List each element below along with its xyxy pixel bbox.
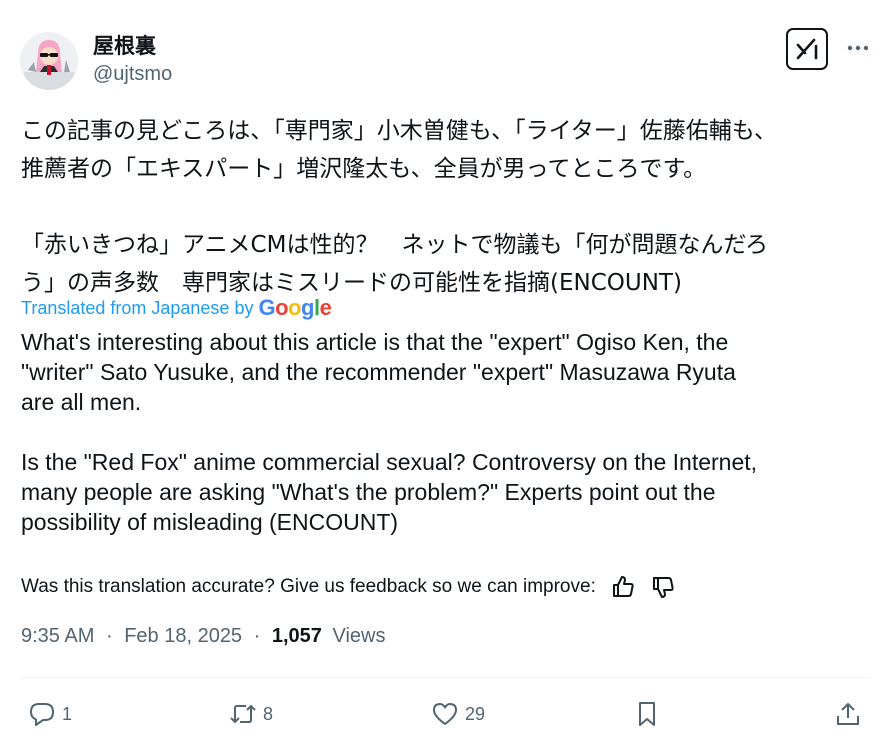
- views-count: 1,057: [271, 625, 322, 647]
- grok-button[interactable]: [786, 28, 828, 70]
- avatar-image: [20, 32, 78, 90]
- tweet-time[interactable]: 9:35 AM: [21, 625, 94, 647]
- reply-icon: [30, 703, 54, 726]
- reply-button[interactable]: 1: [28, 700, 72, 728]
- thumbs-up-button[interactable]: [610, 574, 636, 600]
- like-count: 29: [465, 703, 486, 724]
- repost-count: 8: [263, 703, 274, 724]
- translated-label: Translated from Japanese by: [21, 297, 254, 318]
- grok-icon: [796, 38, 818, 60]
- tweet-text-translated: What's interesting about this article is…: [21, 329, 758, 535]
- repost-icon: [230, 704, 256, 724]
- share-icon: [837, 702, 859, 725]
- views-label: Views: [332, 625, 386, 647]
- translation-feedback: Was this translation accurate? Give us f…: [21, 574, 676, 600]
- bookmark-icon: [639, 702, 655, 726]
- bookmark-button[interactable]: [633, 700, 661, 728]
- reply-count: 1: [62, 703, 73, 724]
- meta-separator: ·: [253, 625, 261, 647]
- divider: [21, 677, 871, 678]
- meta-separator: ·: [105, 625, 113, 647]
- avatar[interactable]: [20, 32, 78, 90]
- thumbs-down-button[interactable]: [650, 574, 676, 600]
- google-logo: Google: [258, 295, 332, 320]
- tweet-date[interactable]: Feb 18, 2025: [124, 625, 242, 647]
- more-icon: [847, 45, 869, 51]
- more-button[interactable]: [845, 36, 871, 60]
- translation-attribution: Translated from Japanese by Google: [21, 295, 332, 321]
- share-button[interactable]: [834, 700, 862, 728]
- heart-icon: [433, 703, 457, 725]
- like-button[interactable]: 29: [431, 700, 485, 728]
- repost-button[interactable]: 8: [229, 700, 273, 728]
- thumbs-up-icon: [612, 576, 634, 597]
- tweet-meta: 9:35 AM · Feb 18, 2025 · 1,057 Views: [21, 625, 385, 648]
- display-name[interactable]: 屋根裏: [93, 30, 156, 60]
- tweet: 屋根裏 @ujtsmo この記事の見どころは、「専門家」小木曽健も、「ライター」…: [0, 0, 892, 746]
- user-handle[interactable]: @ujtsmo: [93, 63, 172, 86]
- tweet-text-original: この記事の見どころは、「専門家」小木曽健も、「ライター」佐藤佑輔も、 推薦者の「…: [21, 118, 778, 296]
- thumbs-down-icon: [652, 577, 674, 598]
- feedback-prompt: Was this translation accurate? Give us f…: [21, 576, 596, 597]
